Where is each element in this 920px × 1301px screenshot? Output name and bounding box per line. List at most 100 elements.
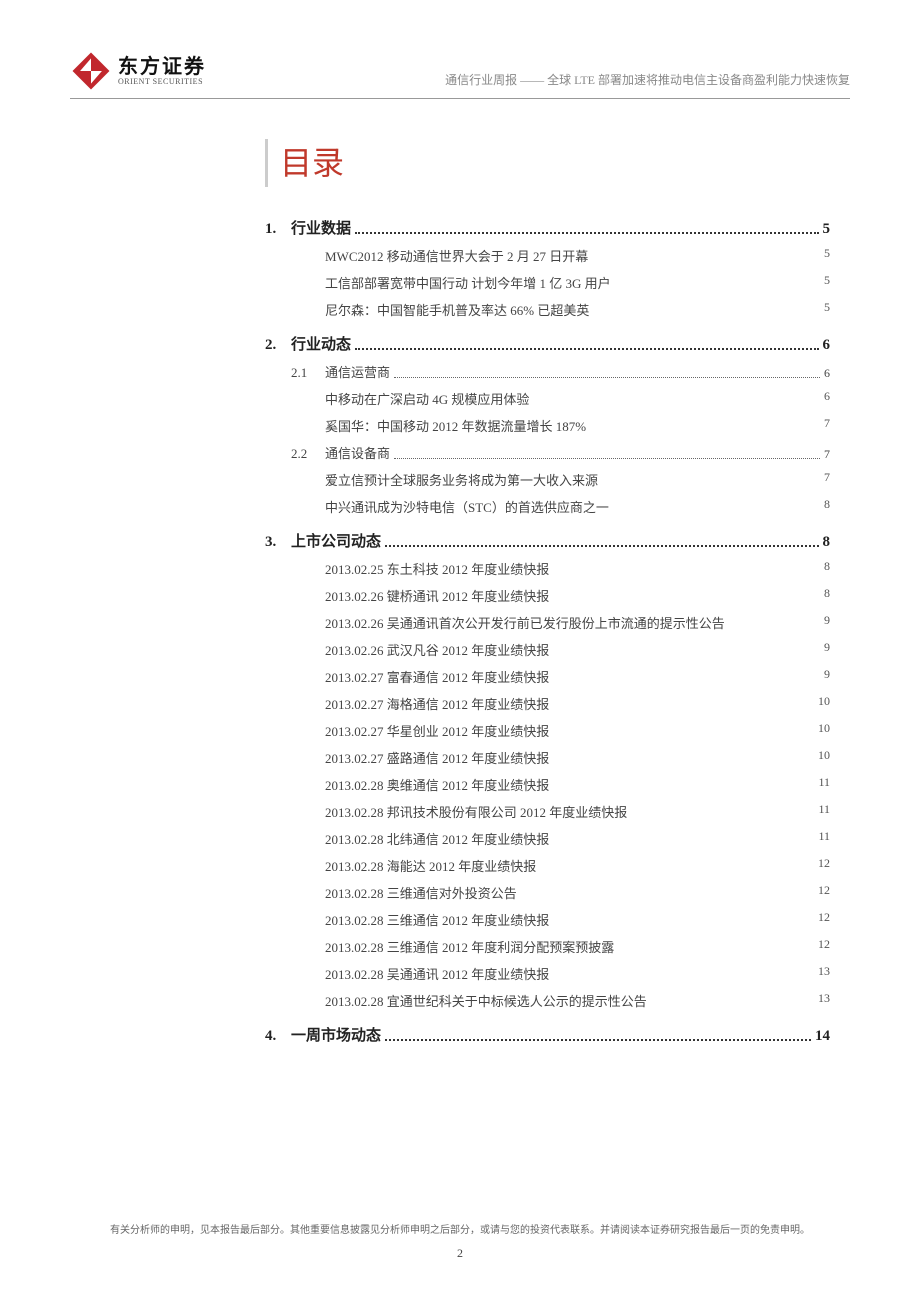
toc-entry-page: 11 [800, 802, 830, 821]
dots [355, 348, 818, 350]
toc-entry-text: 工信部部署宽带中国行动 计划今年增 1 亿 3G 用户 [325, 273, 800, 292]
toc-entry[interactable]: 2013.02.28 三维通信 2012 年度利润分配预案预披露12 [325, 937, 830, 956]
dots [385, 545, 818, 547]
toc-entry[interactable]: 2013.02.25 东土科技 2012 年度业绩快报8 [325, 559, 830, 578]
toc-entry-page: 13 [800, 964, 830, 983]
toc-entry-page: 13 [800, 991, 830, 1010]
toc-entry-text: 2013.02.27 盛路通信 2012 年度业绩快报 [325, 748, 800, 767]
dots [385, 1039, 811, 1041]
toc-entry-text: 2013.02.28 邦讯技术股份有限公司 2012 年度业绩快报 [325, 802, 800, 821]
toc-entry-page: 11 [800, 775, 830, 794]
dots [394, 458, 820, 459]
toc-sub-page: 6 [824, 366, 830, 381]
toc-entry-text: 2013.02.28 三维通信 2012 年度业绩快报 [325, 910, 800, 929]
toc-entry[interactable]: MWC2012 移动通信世界大会于 2 月 27 日开幕5 [325, 246, 830, 265]
toc-entry[interactable]: 2013.02.28 海能达 2012 年度业绩快报12 [325, 856, 830, 875]
dots [394, 377, 820, 378]
toc-section[interactable]: 4.一周市场动态 14 [265, 1024, 830, 1045]
toc-entry[interactable]: 2013.02.28 奥维通信 2012 年度业绩快报11 [325, 775, 830, 794]
toc-section-num: 4. [265, 1028, 291, 1045]
toc-entry-page: 7 [800, 470, 830, 489]
toc-entry-text: 2013.02.28 奥维通信 2012 年度业绩快报 [325, 775, 800, 794]
toc-entry-page: 12 [800, 856, 830, 875]
toc-entry[interactable]: 2013.02.26 键桥通讯 2012 年度业绩快报8 [325, 586, 830, 605]
toc-entry[interactable]: 尼尔森：中国智能手机普及率达 66% 已超美英5 [325, 300, 830, 319]
toc-entry-page: 8 [800, 586, 830, 605]
toc-entry-page: 10 [800, 721, 830, 740]
toc-entry[interactable]: 2013.02.28 宜通世纪科关于中标候选人公示的提示性公告13 [325, 991, 830, 1010]
toc-sub-title: 通信设备商 [325, 443, 390, 462]
toc-entry-text: 2013.02.27 海格通信 2012 年度业绩快报 [325, 694, 800, 713]
toc-entry[interactable]: 2013.02.27 富春通信 2012 年度业绩快报9 [325, 667, 830, 686]
toc-section-title: 行业动态 [291, 333, 351, 354]
logo: 东方证券 ORIENT SECURITIES [70, 50, 206, 92]
toc-section-page: 6 [823, 337, 831, 354]
toc-entry-page: 12 [800, 910, 830, 929]
page: 东方证券 ORIENT SECURITIES 通信行业周报 —— 全球 LTE … [0, 0, 920, 1093]
toc-entry-page: 9 [800, 613, 830, 632]
toc-sub-page: 7 [824, 447, 830, 462]
toc-entry[interactable]: 2013.02.27 华星创业 2012 年度业绩快报10 [325, 721, 830, 740]
toc-entry[interactable]: 2013.02.28 三维通信 2012 年度业绩快报12 [325, 910, 830, 929]
page-number: 2 [0, 1246, 920, 1261]
toc-entry-text: 奚国华：中国移动 2012 年数据流量增长 187% [325, 416, 800, 435]
toc-section-num: 1. [265, 221, 291, 238]
toc-entry-page: 9 [800, 640, 830, 659]
toc-section-title: 上市公司动态 [291, 530, 381, 551]
toc-entry[interactable]: 2013.02.27 海格通信 2012 年度业绩快报10 [325, 694, 830, 713]
toc-entry-text: 尼尔森：中国智能手机普及率达 66% 已超美英 [325, 300, 800, 319]
toc-section[interactable]: 1.行业数据 5 [265, 217, 830, 238]
toc-entry[interactable]: 中兴通讯成为沙特电信（STC）的首选供应商之一8 [325, 497, 830, 516]
toc-entry-page: 8 [800, 497, 830, 516]
page-header: 东方证券 ORIENT SECURITIES 通信行业周报 —— 全球 LTE … [70, 50, 850, 99]
toc-entry-text: 2013.02.28 北纬通信 2012 年度业绩快报 [325, 829, 800, 848]
toc-entry-page: 5 [800, 246, 830, 265]
toc-entry-page: 10 [800, 694, 830, 713]
logo-icon [70, 50, 112, 92]
toc-subsection[interactable]: 2.1通信运营商 6 [291, 362, 830, 381]
toc-entry-text: 中移动在广深启动 4G 规模应用体验 [325, 389, 800, 408]
toc-entry-text: MWC2012 移动通信世界大会于 2 月 27 日开幕 [325, 246, 800, 265]
toc-section-page: 14 [815, 1028, 830, 1045]
toc-entry-text: 2013.02.27 华星创业 2012 年度业绩快报 [325, 721, 800, 740]
dots [355, 232, 818, 234]
logo-en: ORIENT SECURITIES [118, 78, 206, 87]
toc-entry[interactable]: 2013.02.26 武汉凡谷 2012 年度业绩快报9 [325, 640, 830, 659]
toc-entry-page: 5 [800, 300, 830, 319]
toc-entry[interactable]: 中移动在广深启动 4G 规模应用体验6 [325, 389, 830, 408]
toc-entry[interactable]: 工信部部署宽带中国行动 计划今年增 1 亿 3G 用户5 [325, 273, 830, 292]
toc-entry[interactable]: 爱立信预计全球服务业务将成为第一大收入来源7 [325, 470, 830, 489]
toc-entry-text: 2013.02.25 东土科技 2012 年度业绩快报 [325, 559, 800, 578]
toc-entry-text: 爱立信预计全球服务业务将成为第一大收入来源 [325, 470, 800, 489]
toc-entry-page: 8 [800, 559, 830, 578]
toc-section[interactable]: 2.行业动态 6 [265, 333, 830, 354]
toc-section-title: 一周市场动态 [291, 1024, 381, 1045]
toc-entry-text: 2013.02.28 三维通信 2012 年度利润分配预案预披露 [325, 937, 800, 956]
toc-entry[interactable]: 2013.02.28 吴通通讯 2012 年度业绩快报13 [325, 964, 830, 983]
toc-entry-text: 2013.02.26 武汉凡谷 2012 年度业绩快报 [325, 640, 800, 659]
toc-entry[interactable]: 2013.02.28 北纬通信 2012 年度业绩快报11 [325, 829, 830, 848]
toc-sub-title: 通信运营商 [325, 362, 390, 381]
toc-entry[interactable]: 2013.02.27 盛路通信 2012 年度业绩快报10 [325, 748, 830, 767]
toc-entry[interactable]: 2013.02.26 吴通通讯首次公开发行前已发行股份上市流通的提示性公告9 [325, 613, 830, 632]
toc-content: 目录 1.行业数据 5MWC2012 移动通信世界大会于 2 月 27 日开幕5… [70, 139, 850, 1045]
toc-entry[interactable]: 2013.02.28 三维通信对外投资公告12 [325, 883, 830, 902]
toc-entry-text: 2013.02.26 吴通通讯首次公开发行前已发行股份上市流通的提示性公告 [325, 613, 800, 632]
toc-section[interactable]: 3.上市公司动态 8 [265, 530, 830, 551]
toc-sub-num: 2.2 [291, 446, 325, 462]
logo-text: 东方证券 ORIENT SECURITIES [118, 56, 206, 87]
toc-entry-text: 中兴通讯成为沙特电信（STC）的首选供应商之一 [325, 497, 800, 516]
toc-body: 1.行业数据 5MWC2012 移动通信世界大会于 2 月 27 日开幕5工信部… [265, 217, 830, 1045]
toc-entry-page: 5 [800, 273, 830, 292]
toc-entry[interactable]: 2013.02.28 邦讯技术股份有限公司 2012 年度业绩快报11 [325, 802, 830, 821]
toc-subsection[interactable]: 2.2通信设备商 7 [291, 443, 830, 462]
toc-entry-text: 2013.02.28 海能达 2012 年度业绩快报 [325, 856, 800, 875]
toc-entry[interactable]: 奚国华：中国移动 2012 年数据流量增长 187%7 [325, 416, 830, 435]
toc-entry-page: 7 [800, 416, 830, 435]
toc-entry-page: 6 [800, 389, 830, 408]
toc-sub-num: 2.1 [291, 365, 325, 381]
toc-entry-text: 2013.02.28 吴通通讯 2012 年度业绩快报 [325, 964, 800, 983]
toc-entry-page: 12 [800, 937, 830, 956]
toc-entry-text: 2013.02.26 键桥通讯 2012 年度业绩快报 [325, 586, 800, 605]
toc-section-page: 5 [823, 221, 831, 238]
